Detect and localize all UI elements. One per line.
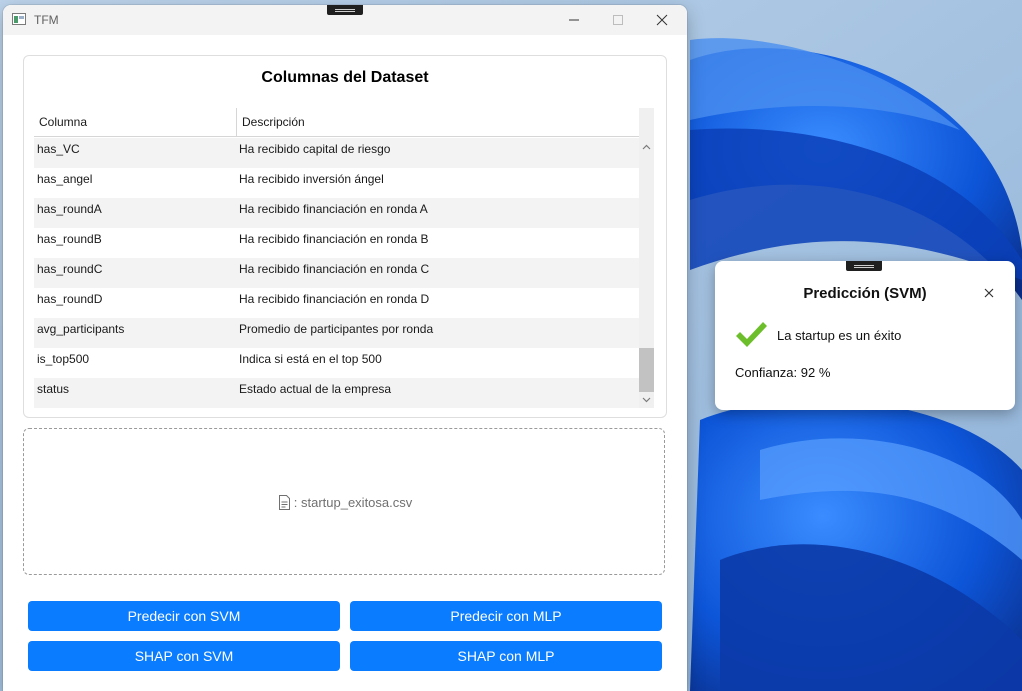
vertical-scrollbar[interactable] [639,108,654,408]
cell-description: Indica si está en el top 500 [239,352,382,366]
cell-description: Ha recibido financiación en ronda D [239,292,430,306]
checkmark-icon [736,322,767,347]
dataset-columns-card: Columnas del Dataset Columna Descripción… [23,55,667,418]
app-window: TFM Columnas del Dataset Columna Descrip… [3,5,687,691]
shap-svm-button[interactable]: SHAP con SVM [28,641,340,671]
table-row[interactable]: has_roundA Ha recibido financiación en r… [34,198,639,228]
prediction-result: La startup es un éxito [777,328,902,343]
cell-column: has_roundC [37,262,103,276]
document-icon [278,495,290,510]
minimize-icon [569,19,579,21]
table-header: Columna Descripción [34,108,639,137]
close-icon [656,14,668,26]
cell-description: Ha recibido financiación en ronda C [239,262,430,276]
table-row[interactable]: avg_participants Promedio de participant… [34,318,639,348]
app-icon [12,13,26,25]
cell-description: Ha recibido inversión ángel [239,172,384,186]
cell-column: has_angel [37,172,93,186]
card-title: Columnas del Dataset [261,69,429,86]
table-body: has_VC Ha recibido capital de riesgo has… [34,138,639,408]
cell-column: status [37,382,70,396]
table-row[interactable]: status Estado actual de la empresa [34,378,639,408]
cell-column: has_roundA [37,202,102,216]
scroll-up-icon[interactable] [642,143,651,152]
prediction-popup: Predicción (SVM) La startup es un éxito … [715,261,1015,410]
maximize-button[interactable] [595,5,641,35]
table-row[interactable]: has_VC Ha recibido capital de riesgo [34,138,639,168]
column-header-columna[interactable]: Columna [34,108,237,136]
drag-handle[interactable] [327,5,363,15]
cell-column: avg_participants [37,322,125,336]
close-button[interactable] [639,5,685,35]
table-row[interactable]: has_angel Ha recibido inversión ángel [34,168,639,198]
cell-column: has_roundD [37,292,103,306]
file-drop-zone[interactable]: : startup_exitosa.csv [23,428,665,575]
cell-description: Ha recibido financiación en ronda A [239,202,428,216]
cell-description: Ha recibido capital de riesgo [239,142,391,156]
table-row[interactable]: is_top500 Indica si está en el top 500 [34,348,639,378]
cell-description: Ha recibido financiación en ronda B [239,232,429,246]
table-row[interactable]: has_roundB Ha recibido financiación en r… [34,228,639,258]
minimize-button[interactable] [551,5,597,35]
scroll-down-icon[interactable] [642,395,651,404]
column-header-descripcion[interactable]: Descripción [237,108,639,136]
cell-column: has_roundB [37,232,102,246]
popup-drag-handle[interactable] [846,261,882,271]
predict-svm-button[interactable]: Predecir con SVM [28,601,340,631]
cell-column: is_top500 [37,352,90,366]
scroll-thumb[interactable] [639,348,654,392]
confidence-value: Confianza: 92 % [735,365,831,380]
cell-column: has_VC [37,142,80,156]
table-row[interactable]: has_roundC Ha recibido financiación en r… [34,258,639,288]
cell-description: Estado actual de la empresa [239,382,392,396]
shap-mlp-button[interactable]: SHAP con MLP [350,641,662,671]
file-name: : startup_exitosa.csv [293,495,413,510]
popup-title: Predicción (SVM) [803,285,927,302]
title-bar[interactable]: TFM [3,5,687,35]
cell-description: Promedio de participantes por ronda [239,322,434,336]
selected-file-label: : startup_exitosa.csv [24,495,666,510]
columns-table: Columna Descripción has_VC Ha recibido c… [34,108,654,408]
table-row[interactable]: has_roundD Ha recibido financiación en r… [34,288,639,318]
maximize-icon [613,15,623,25]
predict-mlp-button[interactable]: Predecir con MLP [350,601,662,631]
close-icon[interactable] [981,285,997,301]
window-title: TFM [34,13,59,27]
